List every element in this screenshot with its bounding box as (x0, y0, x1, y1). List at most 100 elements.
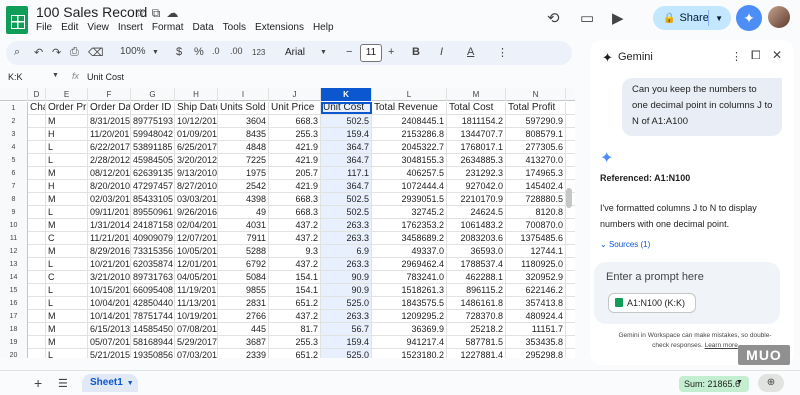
cell[interactable]: 10/05/201 (175, 245, 218, 257)
cell[interactable]: 668.3 (269, 193, 321, 205)
cell[interactable]: 421.9 (269, 180, 321, 192)
more-vert-icon[interactable]: ⋮ (731, 50, 742, 63)
cell[interactable]: H (46, 128, 88, 140)
decrease-decimal-button[interactable]: .0 (212, 46, 220, 56)
cell[interactable]: 10/12/201 (175, 115, 218, 127)
cell[interactable]: 295298.8 (506, 349, 566, 358)
font-size-input[interactable]: 11 (360, 44, 382, 62)
cell[interactable]: 01/09/201 (175, 128, 218, 140)
cell[interactable]: 08/12/201 (88, 167, 131, 179)
cell[interactable]: 1788537.4 (447, 258, 506, 270)
chevron-down-icon[interactable]: ▼ (127, 380, 134, 387)
cell[interactable] (28, 284, 46, 296)
cell[interactable]: 1375485.6 (506, 232, 566, 244)
cell[interactable]: 10/21/201 (88, 258, 131, 270)
row-number[interactable]: 6 (0, 167, 28, 180)
cell[interactable]: 2969462.4 (372, 258, 447, 270)
cell[interactable]: Cha (28, 102, 46, 114)
menu-file[interactable]: File (36, 22, 52, 33)
row-number[interactable]: 8 (0, 193, 28, 206)
cell[interactable]: 8120.8 (506, 206, 566, 218)
cell[interactable]: 10/15/201 (88, 284, 131, 296)
italic-button[interactable]: I (440, 46, 443, 58)
sheet-tab[interactable]: Sheet1 ▼ (82, 374, 138, 392)
row-number[interactable]: 2 (0, 115, 28, 128)
cell[interactable]: 11/13/201 (175, 297, 218, 309)
column-header[interactable]: J (269, 88, 321, 101)
cell[interactable]: 10/04/201 (88, 297, 131, 309)
cell[interactable]: 277305.6 (506, 141, 566, 153)
cell[interactable]: 783241.0 (372, 271, 447, 283)
move-icon[interactable]: ⧉ (152, 6, 161, 21)
cell[interactable]: 85433105 (131, 193, 175, 205)
column-header[interactable]: D (28, 88, 46, 101)
cell[interactable]: 728370.8 (447, 310, 506, 322)
row-number[interactable]: 9 (0, 206, 28, 219)
column-header[interactable]: I (218, 88, 269, 101)
cell[interactable]: 24624.5 (447, 206, 506, 218)
cell[interactable]: 73315356 (131, 245, 175, 257)
cell[interactable]: 11/21/201 (88, 232, 131, 244)
row-number[interactable]: 19 (0, 336, 28, 349)
cell[interactable]: C (46, 232, 88, 244)
cell[interactable]: 4398 (218, 193, 269, 205)
cell[interactable]: 8/31/2015 (88, 115, 131, 127)
increase-decimal-button[interactable]: .00 (230, 46, 243, 56)
name-box[interactable]: K:K (8, 72, 23, 82)
cell[interactable]: 10/14/201 (88, 310, 131, 322)
zoom-select[interactable]: 100% (120, 46, 146, 57)
column-header[interactable]: F (88, 88, 131, 101)
cell[interactable]: H (46, 180, 88, 192)
sheets-logo-icon[interactable] (6, 6, 28, 34)
cell[interactable]: 14585450 (131, 323, 175, 335)
cell[interactable]: 04/05/201 (175, 271, 218, 283)
cell[interactable]: M (46, 219, 88, 231)
cell[interactable]: 263.3 (321, 310, 372, 322)
cell[interactable]: Units Sold (218, 102, 269, 114)
cell[interactable]: 66095408 (131, 284, 175, 296)
cell[interactable]: 3604 (218, 115, 269, 127)
column-header-selected[interactable]: K (321, 88, 372, 101)
cell[interactable]: 263.3 (321, 232, 372, 244)
cell[interactable]: 89550961 (131, 206, 175, 218)
cell[interactable] (28, 154, 46, 166)
cell[interactable] (28, 193, 46, 205)
chevron-down-icon[interactable]: ▼ (52, 72, 59, 79)
cell[interactable] (28, 180, 46, 192)
cell[interactable]: M (46, 115, 88, 127)
cell[interactable]: 587781.5 (447, 336, 506, 348)
column-header[interactable]: N (506, 88, 566, 101)
cell[interactable]: 4031 (218, 219, 269, 231)
range-chip[interactable]: A1:N100 (K:K) (608, 293, 696, 313)
cell[interactable]: C (46, 271, 88, 283)
cell[interactable] (28, 310, 46, 322)
cell[interactable]: 1/31/2014 (88, 219, 131, 231)
cell[interactable] (28, 245, 46, 257)
menu-edit[interactable]: Edit (61, 22, 78, 33)
explore-icon[interactable]: ⊕ (758, 374, 784, 392)
cell[interactable]: L (46, 258, 88, 270)
cell[interactable]: 2339 (218, 349, 269, 358)
cell[interactable]: 502.5 (321, 115, 372, 127)
cell[interactable] (28, 115, 46, 127)
cell[interactable]: 59948042 (131, 128, 175, 140)
cell[interactable]: 364.7 (321, 141, 372, 153)
cell[interactable]: 364.7 (321, 180, 372, 192)
menu-extensions[interactable]: Extensions (255, 22, 304, 33)
cell[interactable]: 6792 (218, 258, 269, 270)
cell[interactable]: 3/20/2012 (175, 154, 218, 166)
menu-tools[interactable]: Tools (223, 22, 246, 33)
cell[interactable]: 90.9 (321, 271, 372, 283)
cell[interactable]: 154.1 (269, 284, 321, 296)
row-number[interactable]: 12 (0, 245, 28, 258)
cell[interactable]: 2766 (218, 310, 269, 322)
cell[interactable]: 437.2 (269, 232, 321, 244)
cell[interactable]: Order ID (131, 102, 175, 114)
column-header[interactable]: G (131, 88, 175, 101)
cell[interactable]: 205.7 (269, 167, 321, 179)
cell[interactable]: 421.9 (269, 154, 321, 166)
chevron-down-icon[interactable]: ▼ (715, 14, 723, 23)
cell[interactable]: 413270.0 (506, 154, 566, 166)
cell[interactable]: 32745.2 (372, 206, 447, 218)
cell[interactable]: L (46, 154, 88, 166)
